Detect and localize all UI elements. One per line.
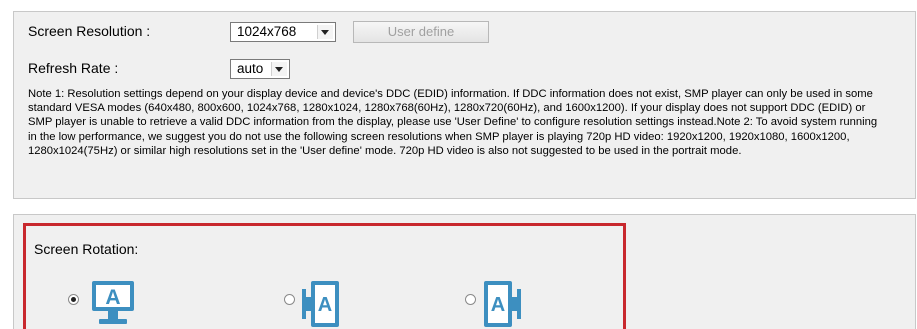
refresh-rate-value: auto <box>237 61 264 76</box>
rotation-landscape-radio[interactable] <box>68 294 79 305</box>
rotation-icon-letter: A <box>105 286 120 309</box>
chevron-down-icon <box>271 62 287 76</box>
rotation-portrait-right-radio[interactable] <box>465 294 476 305</box>
chevron-down-icon <box>317 25 333 39</box>
rotation-icon-letter: A <box>318 294 332 316</box>
portrait-right-icon[interactable]: A <box>483 279 521 329</box>
screen-resolution-select[interactable]: 1024x768 <box>230 22 336 42</box>
screen-resolution-value: 1024x768 <box>237 24 297 39</box>
rotation-icon-letter: A <box>491 294 505 316</box>
screen-rotation-label: Screen Rotation: <box>34 241 139 257</box>
portrait-left-icon[interactable]: A <box>302 279 340 329</box>
user-define-button[interactable]: User define <box>353 21 489 43</box>
landscape-monitor-icon[interactable]: A <box>91 279 135 329</box>
resolution-note: Note 1: Resolution settings depend on yo… <box>28 88 878 157</box>
refresh-rate-select[interactable]: auto <box>230 59 290 79</box>
screen-resolution-label: Screen Resolution : <box>28 23 151 39</box>
rotation-portrait-left-radio[interactable] <box>284 294 295 305</box>
refresh-rate-label: Refresh Rate : <box>28 60 119 76</box>
